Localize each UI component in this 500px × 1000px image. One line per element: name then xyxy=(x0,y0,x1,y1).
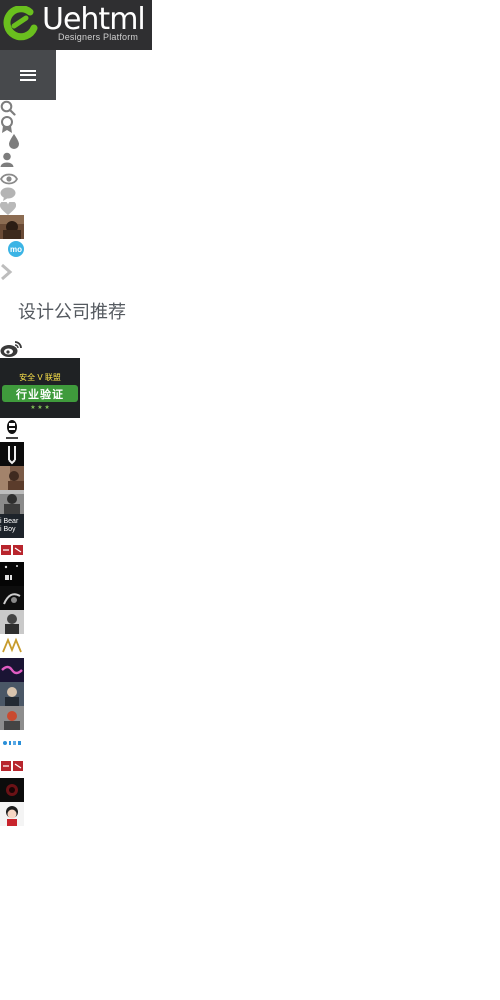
company-logo-17[interactable] xyxy=(0,802,24,826)
logo-mark-icon xyxy=(3,6,38,41)
company-logo-11[interactable] xyxy=(0,658,24,682)
company-logo-7[interactable] xyxy=(0,562,24,586)
search-icon[interactable] xyxy=(0,99,20,117)
company-logo-12[interactable] xyxy=(0,682,24,706)
hamburger-icon xyxy=(20,69,36,81)
company-logo-13[interactable] xyxy=(0,706,24,730)
badge-main-text: 行业验证 xyxy=(16,388,64,401)
section-title: 设计公司推荐 xyxy=(18,302,126,323)
logo-tagline: Designers Platform xyxy=(58,32,139,42)
badge-ribbon: 行业验证 xyxy=(2,385,78,402)
company-logo-4[interactable] xyxy=(0,490,24,514)
site-logo[interactable]: Uehtml Designers Platform xyxy=(0,0,152,50)
company-logo-5[interactable]: i Bear i Boy xyxy=(0,514,24,538)
menu-button[interactable] xyxy=(0,50,56,100)
company-5-line2: i Boy xyxy=(0,526,16,533)
company-logo-9[interactable] xyxy=(0,610,24,634)
company-logo-16[interactable] xyxy=(0,778,24,802)
company-logo-3[interactable] xyxy=(0,466,24,490)
weibo-icon[interactable] xyxy=(0,340,22,358)
company-logo-10[interactable] xyxy=(0,634,24,658)
industry-verify-badge[interactable]: 安全 V 联盟 行业验证 ★ ★ ★ xyxy=(0,358,80,418)
badge-top-text: 安全 V 联盟 xyxy=(19,373,61,382)
company-logo-2[interactable] xyxy=(0,442,24,466)
mo-badge[interactable]: mo xyxy=(8,241,24,257)
company-logo-14[interactable] xyxy=(0,730,24,754)
company-logo-6[interactable] xyxy=(0,538,24,562)
avatar[interactable] xyxy=(0,215,24,239)
company-logo-15[interactable] xyxy=(0,754,24,778)
drop-icon[interactable] xyxy=(0,132,20,150)
company-5-line1: i Bear xyxy=(0,518,19,525)
user-icon[interactable] xyxy=(0,151,20,169)
company-logo-1[interactable] xyxy=(0,418,24,442)
company-logo-8[interactable] xyxy=(0,586,24,610)
mo-badge-text: mo xyxy=(10,244,22,254)
badge-stars: ★ ★ ★ xyxy=(30,405,50,411)
chevron-right-icon[interactable] xyxy=(0,263,14,281)
